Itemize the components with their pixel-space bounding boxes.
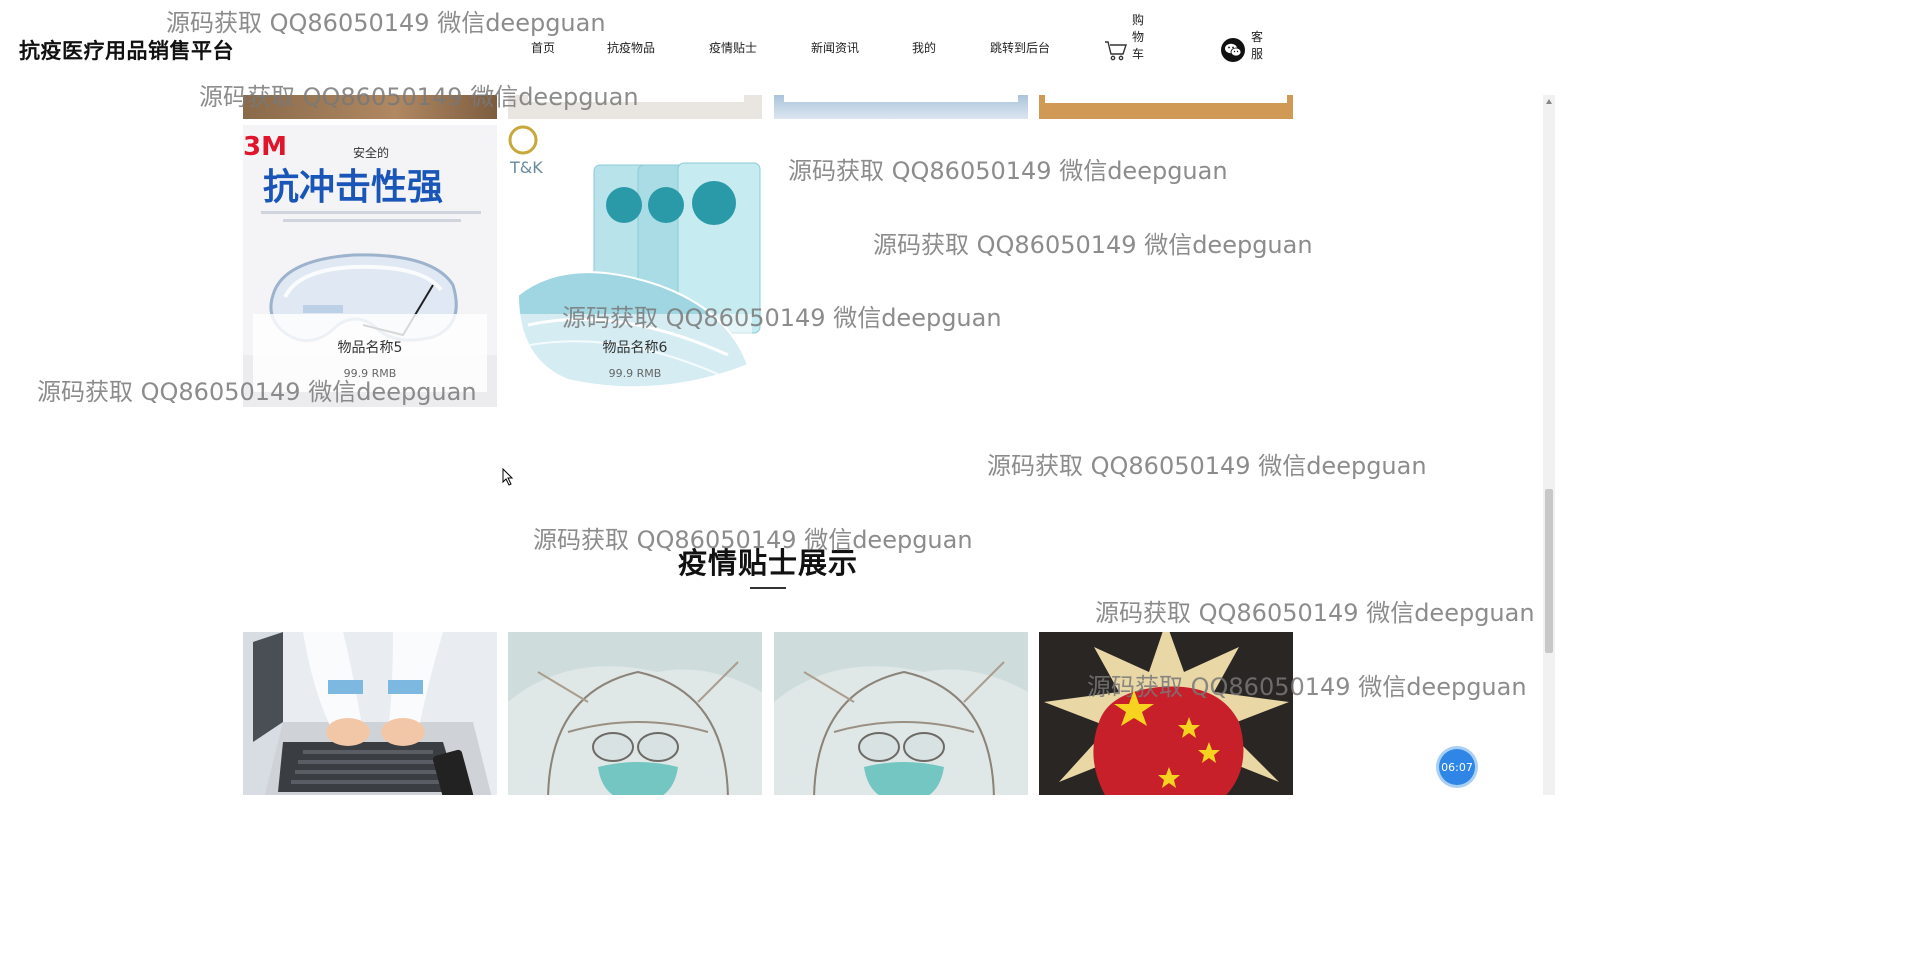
nav-products[interactable]: 抗疫物品 [607,39,655,56]
svg-text:T&K: T&K [509,158,543,177]
svg-text:3M: 3M [243,132,287,162]
tip-card[interactable] [1039,632,1293,795]
service-label: 客服 [1251,30,1264,61]
svg-text:安全的: 安全的 [353,145,389,160]
masked-health-worker-image [774,632,1028,795]
tip-card[interactable] [243,632,497,795]
product-name: 物品名称5 [337,340,403,356]
timer-badge[interactable]: 06:07 [1439,749,1475,785]
site-title: 抗疫医疗用品销售平台 [19,39,234,63]
scroll-up-arrow-icon[interactable] [1546,99,1552,104]
nav-home[interactable]: 首页 [531,39,555,56]
masked-health-worker-image [508,632,762,795]
doctor-laptop-image [243,632,497,795]
nav-cart[interactable]: 购物车 [1104,13,1144,62]
tip-card[interactable] [774,632,1028,795]
top-header: 抗疫医疗用品销售平台 首页 抗疫物品 疫情贴士 新闻资讯 我的 跳转到后台 购物… [0,0,1568,95]
page-content: 3M 安全的 抗冲击性强 物品名称5 99.9 RMB T&K 物品名称6 99… [0,95,1543,795]
tip-card[interactable] [508,632,762,795]
svg-text:抗冲击性强: 抗冲击性强 [263,166,443,208]
product-card[interactable]: T&K 物品名称6 99.9 RMB [508,125,762,407]
product-card-partial[interactable] [1039,95,1293,119]
product-caption: 物品名称5 99.9 RMB [253,314,487,392]
nav-news[interactable]: 新闻资讯 [811,39,859,56]
nav-tips[interactable]: 疫情贴士 [709,39,757,56]
product-price: 99.9 RMB [343,367,397,380]
mouse-cursor-icon [502,468,514,486]
fist-star-poster-image [1039,632,1293,795]
section-divider [750,587,786,589]
product-caption: 物品名称6 99.9 RMB [518,314,752,392]
scrollbar-thumb[interactable] [1545,489,1553,653]
product-card-partial[interactable] [774,95,1028,119]
product-card-partial[interactable] [243,95,497,119]
section-title: 疫情贴士展示 [677,546,858,580]
product-card[interactable]: 3M 安全的 抗冲击性强 物品名称5 99.9 RMB [243,125,497,407]
product-card-partial[interactable] [508,95,762,119]
shopping-cart-icon [1104,40,1128,62]
nav-mine[interactable]: 我的 [912,39,936,56]
cart-label: 购物车 [1132,13,1145,61]
product-name: 物品名称6 [602,340,668,356]
vertical-scrollbar[interactable] [1543,95,1555,795]
nav-admin[interactable]: 跳转到后台 [990,39,1050,56]
nav-service[interactable]: 客服 [1221,30,1263,62]
product-price: 99.9 RMB [608,367,662,380]
wechat-icon [1221,38,1247,62]
